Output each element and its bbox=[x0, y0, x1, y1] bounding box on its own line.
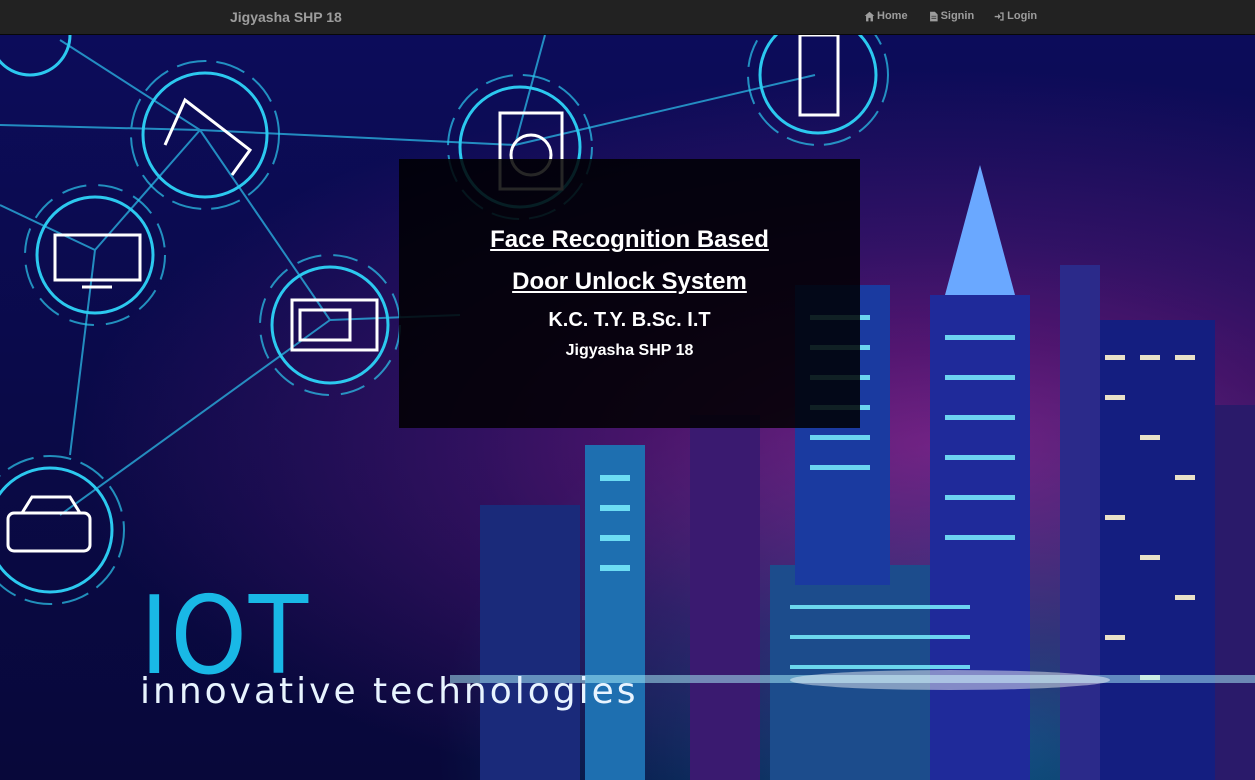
home-icon bbox=[864, 11, 875, 21]
nav-login-link[interactable]: Login bbox=[994, 10, 1037, 22]
nav-signin-link[interactable]: Signin bbox=[928, 10, 975, 22]
nav-signin-label: Signin bbox=[940, 10, 975, 22]
project-title-line2: Door Unlock System bbox=[512, 268, 747, 295]
navbar-brand[interactable]: Jigyasha SHP 18 bbox=[230, 9, 342, 25]
top-navbar: Jigyasha SHP 18 Home Signin Login bbox=[0, 0, 1255, 35]
nav-home-label: Home bbox=[877, 10, 908, 22]
nav-links: Home Signin Login bbox=[864, 10, 1037, 22]
hero-title-panel: Face Recognition Based Door Unlock Syste… bbox=[399, 159, 860, 428]
nav-home-link[interactable]: Home bbox=[864, 10, 908, 22]
iot-logo-tagline: innovative technologies bbox=[140, 671, 639, 712]
course-subtitle: K.C. T.Y. B.Sc. I.T bbox=[548, 309, 711, 331]
nav-login-label: Login bbox=[1007, 10, 1038, 22]
file-icon bbox=[929, 11, 938, 21]
login-icon bbox=[994, 11, 1004, 21]
project-title-line1: Face Recognition Based bbox=[490, 226, 769, 253]
author-label: Jigyasha SHP 18 bbox=[565, 342, 694, 359]
